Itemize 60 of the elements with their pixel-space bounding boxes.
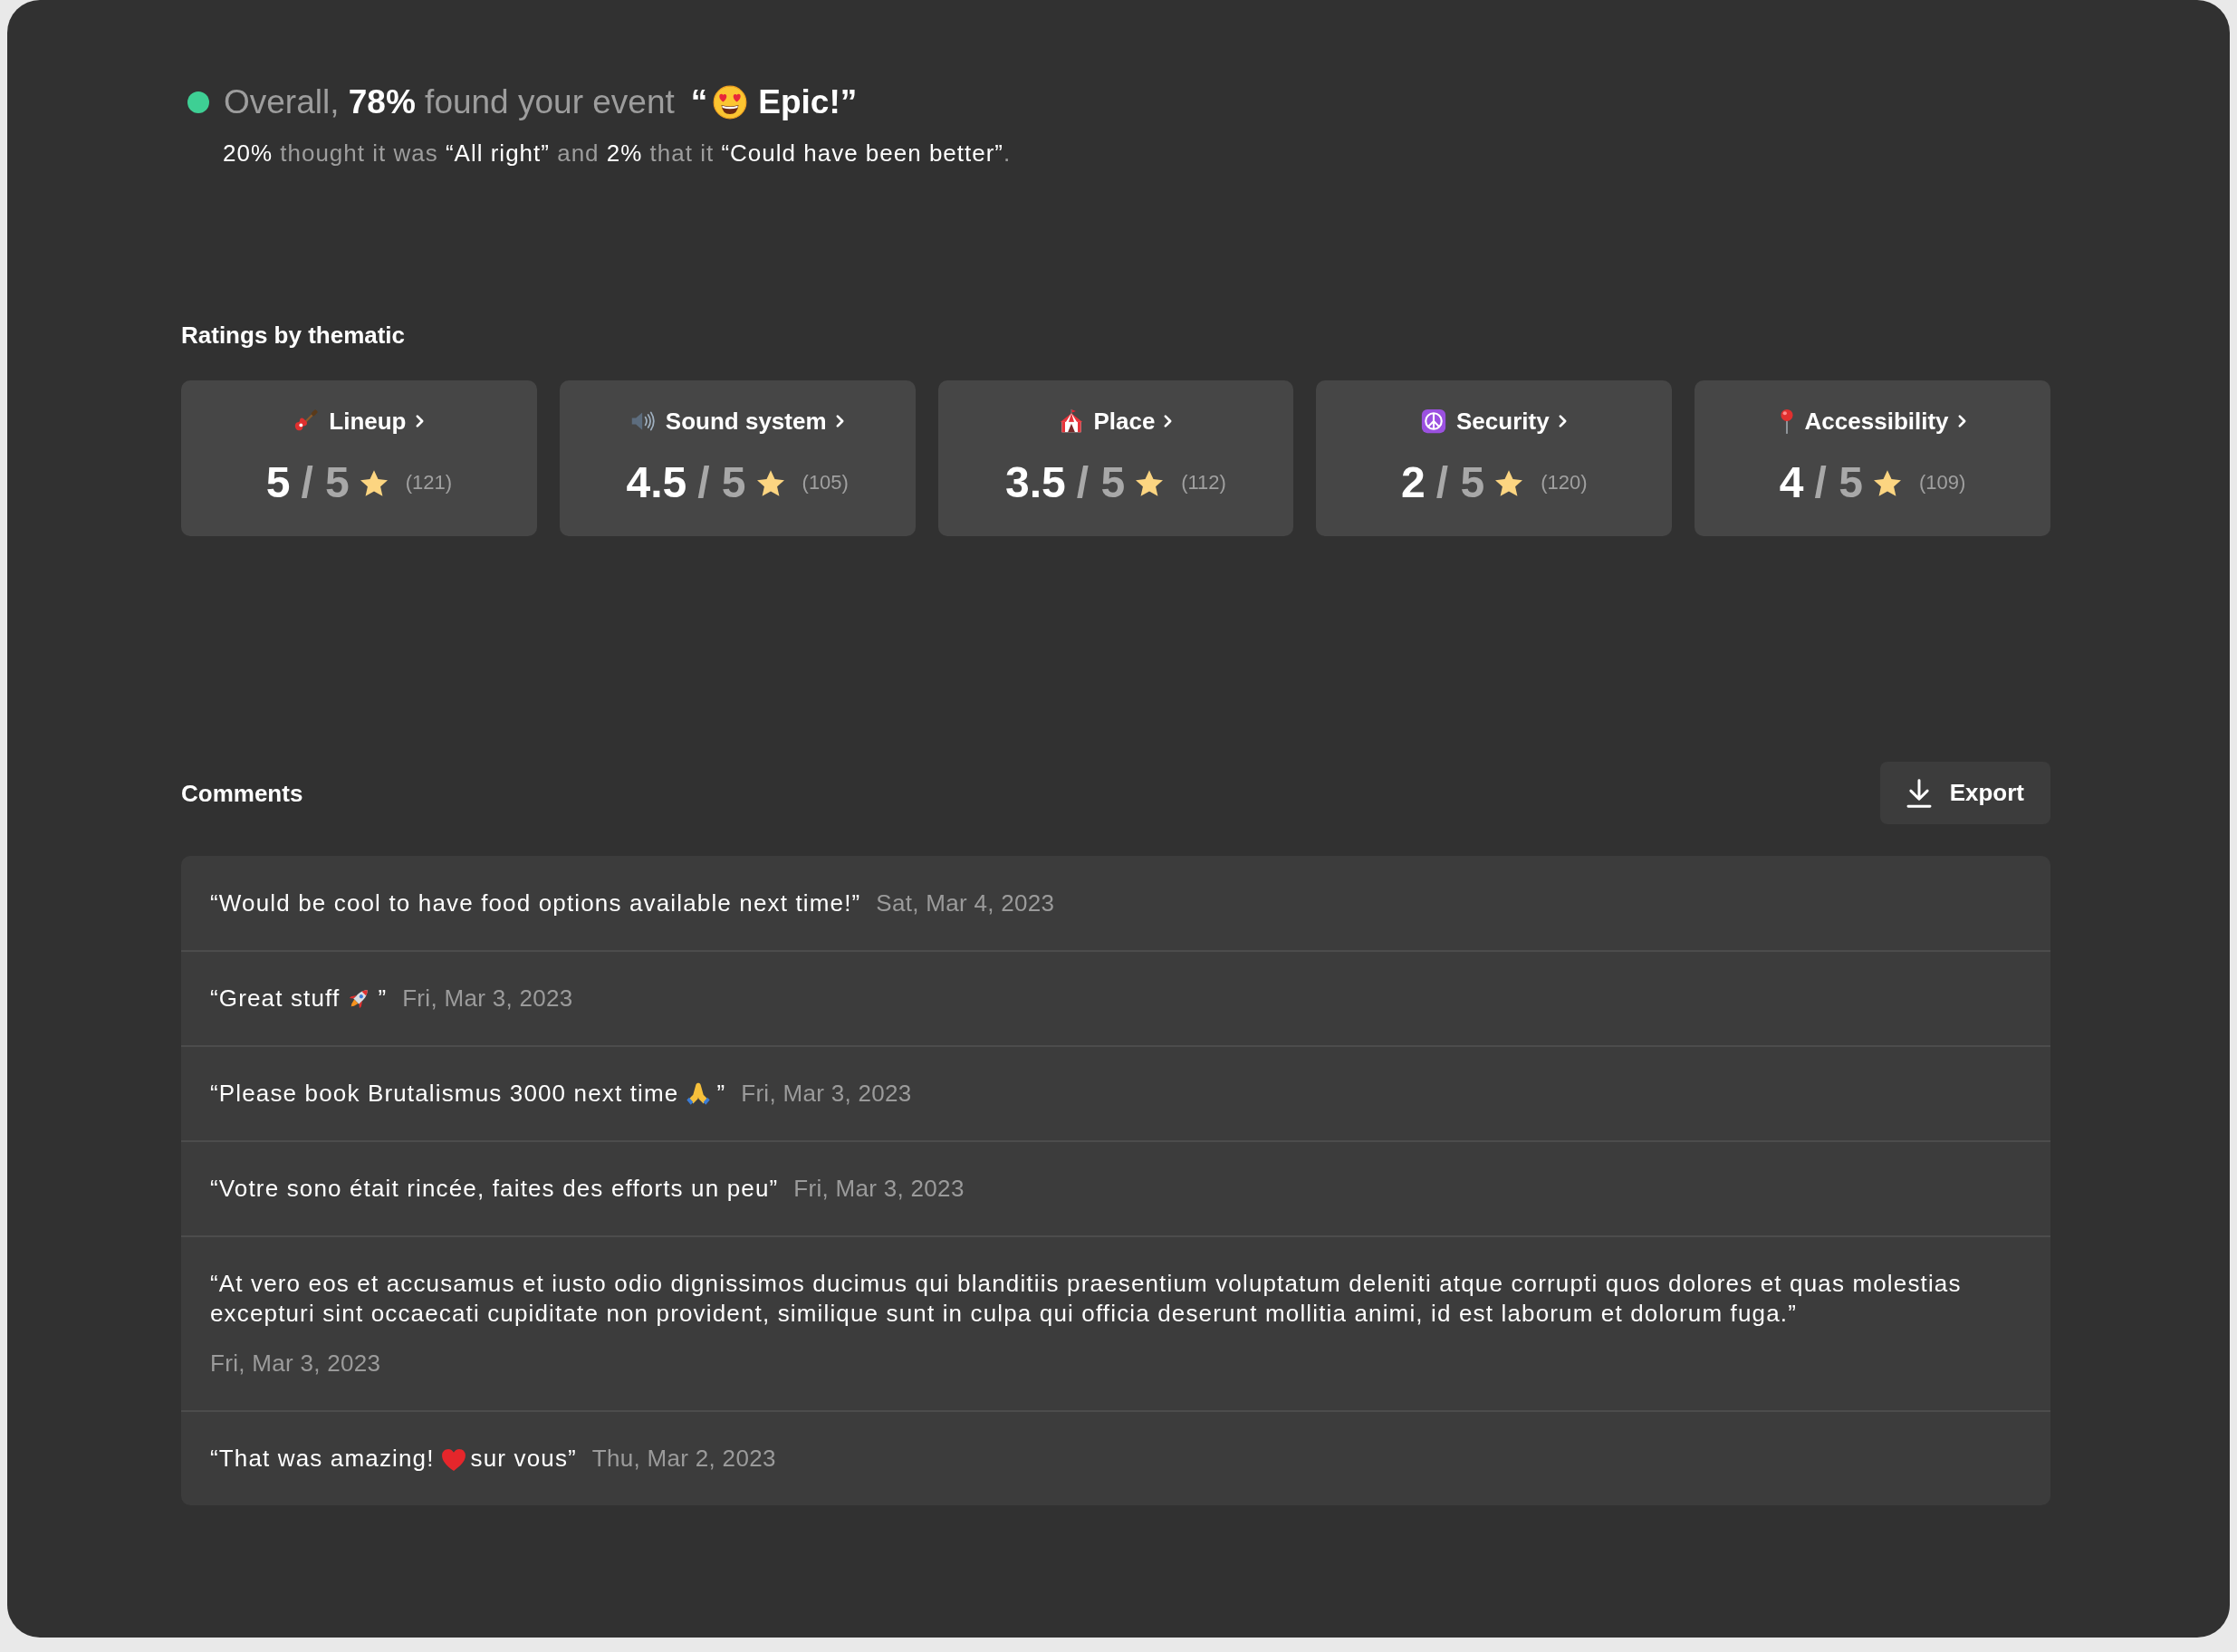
score-value: 5 (265, 457, 291, 508)
score-max: / 5 (1814, 457, 1863, 508)
chevron-right-icon (834, 414, 845, 428)
chevron-right-icon (1557, 414, 1568, 428)
star-icon (360, 469, 388, 496)
category-link[interactable]: Sound system (629, 407, 845, 436)
star-icon (1495, 469, 1523, 496)
rating-count: (109) (1918, 471, 1966, 495)
download-icon (1906, 778, 1932, 808)
score-max: / 5 (301, 457, 350, 508)
section-title: Comments (181, 778, 303, 808)
chevron-right-icon (414, 414, 425, 428)
category-link[interactable]: Accessibility (1778, 407, 1967, 436)
section-title: Ratings by thematic (181, 321, 407, 350)
comment-text: ” (716, 1080, 726, 1107)
star-icon (1136, 469, 1164, 496)
comment-date: Fri, Mar 3, 2023 (793, 1174, 965, 1204)
comment-date: Fri, Mar 3, 2023 (402, 984, 573, 1013)
summary-details: 20% thought it was “All right” and 2% that it “Could have been better”. (223, 139, 1013, 168)
score-value: 4 (1779, 457, 1804, 508)
peace-symbol-icon (1421, 408, 1446, 434)
comment-text: “Great stuff (210, 984, 341, 1012)
heart-icon (441, 1449, 466, 1471)
chevron-right-icon (1163, 414, 1174, 428)
comment-text: “At vero eos et accusamus et iusto odio dignissimos ducimus qui blanditiis praesentium voluptatum deleniti atque corrupti quos dolores et quas molestias excepturi sint occaecati cupiditate non provident, similique sunt in culpa qui officia deserunt mollitia animi, id est laborum et dolorum fuga.” (210, 1270, 1962, 1327)
score-value: 2 (1401, 457, 1426, 508)
status-dot-icon (187, 91, 209, 113)
rating-count: (121) (405, 471, 453, 495)
praying-hands-icon (686, 1081, 712, 1106)
category-link[interactable]: Security (1421, 407, 1568, 436)
rating-count: (112) (1181, 471, 1226, 495)
circus-tent-icon (1058, 408, 1084, 434)
comment-date: Thu, Mar 2, 2023 (591, 1444, 776, 1474)
category-link[interactable]: Lineup (293, 407, 425, 436)
star-icon (1873, 469, 1901, 496)
comment-date: Sat, Mar 4, 2023 (876, 888, 1055, 918)
rating-count: (105) (802, 471, 849, 495)
rating-count: (120) (1541, 471, 1588, 495)
headline-text: Overall, 78% found your event (224, 82, 675, 122)
score-max: / 5 (1435, 457, 1485, 508)
category-link[interactable]: Place (1058, 407, 1174, 436)
verdict-text: “ (690, 82, 708, 122)
comment-text: ” (378, 984, 388, 1012)
score-max: / 5 (697, 457, 746, 508)
comment-text: “Please book Brutalismus 3000 next time (210, 1080, 679, 1107)
comment-text: “Would be cool to have food options available next time!” (210, 889, 861, 917)
comment-date: Fri, Mar 3, 2023 (210, 1349, 381, 1378)
score-max: / 5 (1076, 457, 1126, 508)
score-value: 3.5 (1005, 457, 1066, 508)
star-icon (756, 469, 784, 496)
comment-text: “Votre sono était rincée, faites des efforts un peu” (210, 1175, 779, 1202)
export-button[interactable]: Export (1879, 762, 2050, 824)
comment-text: “That was amazing! (210, 1445, 435, 1472)
score-value: 4.5 (626, 457, 687, 508)
verdict-text: Epic!” (758, 82, 858, 122)
chevron-right-icon (1956, 414, 1967, 428)
pushpin-icon (1778, 408, 1795, 434)
comment-text: sur vous” (470, 1445, 577, 1472)
heart-eyes-face-icon (713, 85, 748, 120)
comment-date: Fri, Mar 3, 2023 (741, 1079, 912, 1109)
